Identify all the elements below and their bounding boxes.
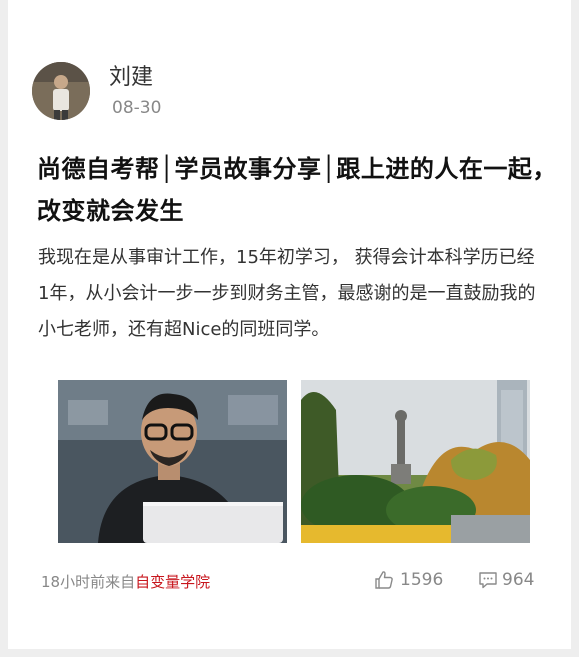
statue-park-photo xyxy=(301,380,530,543)
post-image-1[interactable] xyxy=(58,380,287,543)
thumbs-up-icon xyxy=(375,571,393,589)
like-count: 1596 xyxy=(400,570,444,590)
man-with-laptop-photo xyxy=(58,380,287,543)
post-body[interactable]: 我现在是从事审计工作，15年初学习， 获得会计本科学历已经1年，从小会计一步一步… xyxy=(38,240,543,348)
post-date: 08-30 xyxy=(112,98,162,118)
author-avatar[interactable] xyxy=(32,62,90,120)
post-source-link[interactable]: 自变量学院 xyxy=(135,573,210,591)
like-button[interactable]: 1596 xyxy=(374,570,443,590)
post-title[interactable]: 尚德自考帮│学员故事分享│跟上进的人在一起，改变就会发生 xyxy=(37,148,557,232)
post-time: 18小时前来自 xyxy=(41,573,136,591)
author-name[interactable]: 刘建 xyxy=(109,64,153,92)
post-image-2[interactable] xyxy=(301,380,530,543)
comment-count: 964 xyxy=(502,570,535,590)
feed-card[interactable]: 刘建 08-30 尚德自考帮│学员故事分享│跟上进的人在一起，改变就会发生 我现… xyxy=(8,0,571,649)
comment-button[interactable]: 964 xyxy=(478,570,534,590)
post-meta: 18小时前来自自变量学院 xyxy=(41,572,210,592)
comment-icon xyxy=(479,572,497,589)
